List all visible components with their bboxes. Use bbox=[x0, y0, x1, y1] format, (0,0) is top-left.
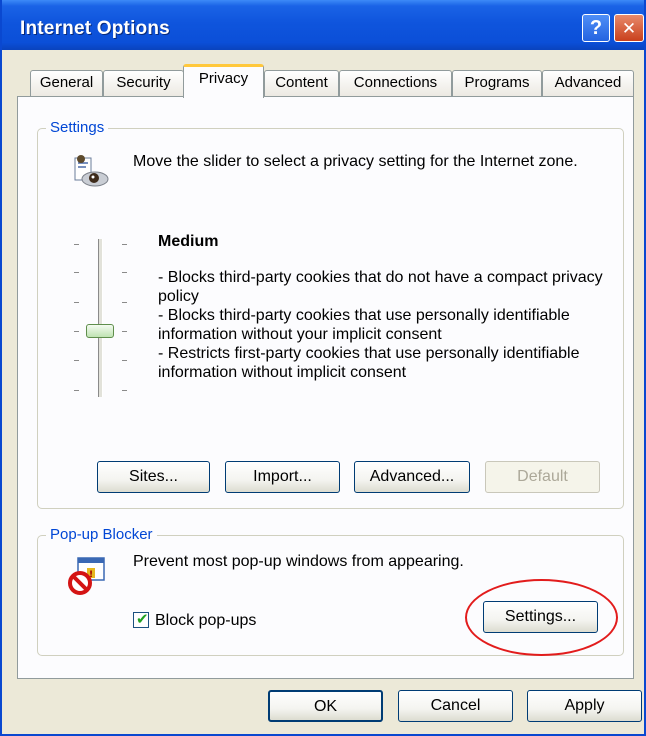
advanced-button[interactable]: Advanced... bbox=[354, 461, 470, 493]
title-bar[interactable]: Internet Options ? ✕ bbox=[2, 0, 644, 50]
cancel-button[interactable]: Cancel bbox=[398, 690, 513, 722]
tab-advanced[interactable]: Advanced bbox=[542, 70, 634, 96]
level-description-line: - Restricts first-party cookies that use… bbox=[158, 345, 580, 381]
help-button[interactable]: ? bbox=[582, 14, 610, 42]
tab-privacy[interactable]: Privacy bbox=[183, 64, 264, 98]
level-description-line: - Blocks third-party cookies that use pe… bbox=[158, 307, 570, 343]
popup-blocker-description: Prevent most pop-up windows from appeari… bbox=[133, 553, 464, 570]
popup-settings-button[interactable]: Settings... bbox=[483, 601, 598, 633]
slider-thumb[interactable] bbox=[86, 324, 114, 338]
slider-tick bbox=[122, 390, 127, 391]
slider-tick bbox=[74, 390, 79, 391]
slider-instruction: Move the slider to select a privacy sett… bbox=[133, 153, 578, 170]
slider-tick bbox=[122, 302, 127, 303]
slider-tick bbox=[122, 331, 127, 332]
slider-tick bbox=[74, 302, 79, 303]
slider-tick bbox=[122, 244, 127, 245]
slider-tick bbox=[122, 360, 127, 361]
internet-options-window: Internet Options ? ✕ General Security Pr… bbox=[0, 0, 646, 736]
tab-content[interactable]: Content bbox=[264, 70, 339, 96]
slider-tick bbox=[74, 244, 79, 245]
popup-blocker-icon: ! bbox=[68, 556, 106, 596]
tab-programs[interactable]: Programs bbox=[452, 70, 542, 96]
sites-button[interactable]: Sites... bbox=[97, 461, 210, 493]
checkmark-icon: ✔ bbox=[136, 611, 149, 628]
tab-security[interactable]: Security bbox=[103, 70, 184, 96]
window-title: Internet Options bbox=[20, 18, 170, 39]
settings-legend: Settings bbox=[46, 119, 109, 136]
tab-connections[interactable]: Connections bbox=[339, 70, 452, 96]
slider-tick bbox=[74, 331, 79, 332]
slider-tick bbox=[74, 272, 79, 273]
level-description-line: - Blocks third-party cookies that do not… bbox=[158, 269, 603, 305]
privacy-settings-icon bbox=[72, 152, 110, 188]
popup-blocker-legend: Pop-up Blocker bbox=[46, 526, 157, 543]
ok-button[interactable]: OK bbox=[268, 690, 383, 722]
close-button[interactable]: ✕ bbox=[614, 14, 644, 42]
privacy-level-title: Medium bbox=[158, 233, 219, 250]
slider-track bbox=[98, 239, 103, 397]
tab-general[interactable]: General bbox=[30, 70, 103, 96]
default-button: Default bbox=[485, 461, 600, 493]
close-icon: ✕ bbox=[621, 19, 637, 38]
import-button[interactable]: Import... bbox=[225, 461, 340, 493]
block-popups-label[interactable]: Block pop-ups bbox=[155, 611, 256, 630]
slider-tick bbox=[122, 272, 127, 273]
block-popups-checkbox[interactable]: ✔ bbox=[133, 611, 149, 628]
privacy-slider[interactable] bbox=[66, 232, 136, 402]
slider-tick bbox=[74, 360, 79, 361]
apply-button[interactable]: Apply bbox=[527, 690, 642, 722]
